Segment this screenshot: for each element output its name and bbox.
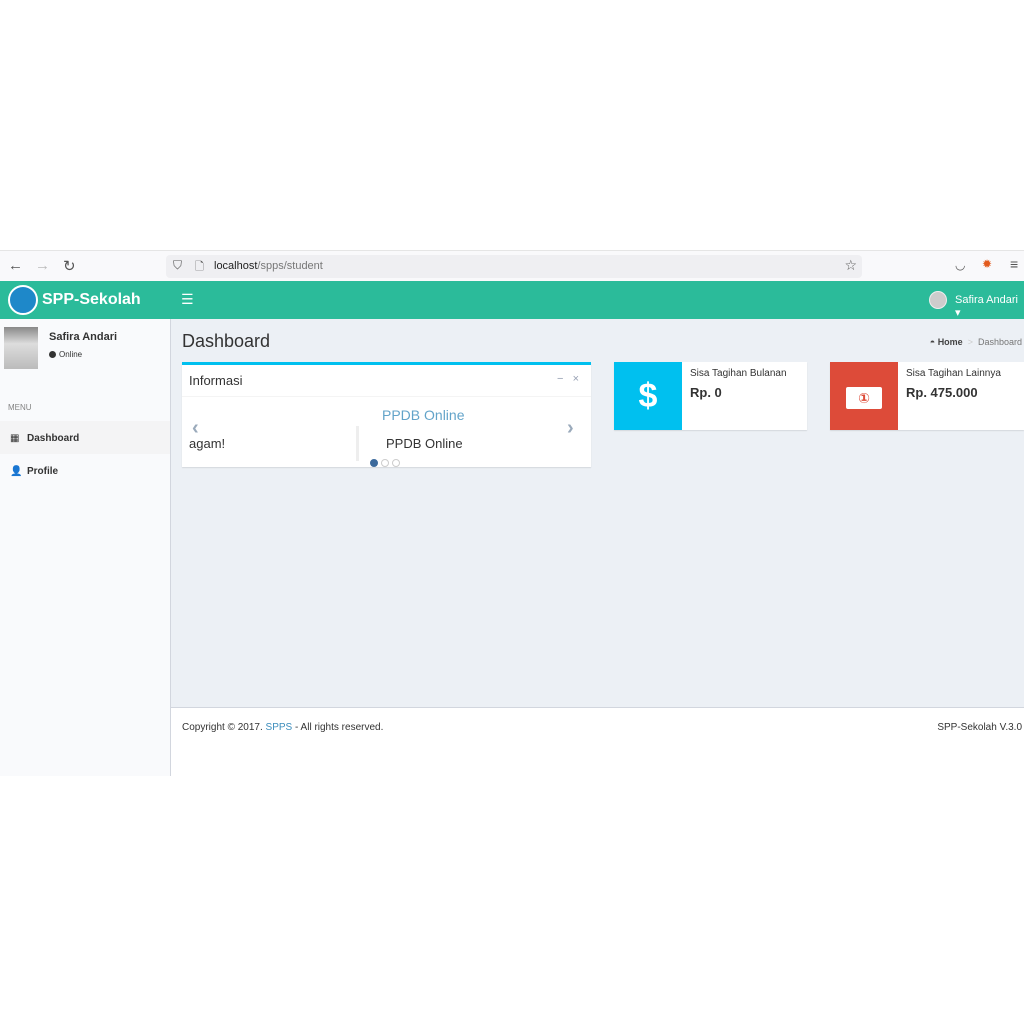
browser-toolbar: ← → ↻ ⛉ 🗋 localhost/spps/student ☆ ◡ ✹ ≡ — [0, 250, 1024, 281]
school-logo — [8, 285, 38, 315]
carousel-indicator[interactable] — [370, 459, 378, 467]
th-grid-icon: ▦ — [10, 433, 20, 444]
dashboard-icon: ◓ — [929, 337, 936, 347]
stat-box-monthly: $ Sisa Tagihan Bulanan Rp. 0 — [614, 362, 807, 430]
bookmark-star-icon[interactable]: ☆ — [844, 257, 857, 274]
dollar-icon: $ — [614, 362, 682, 430]
carousel-indicator[interactable] — [381, 459, 389, 467]
footer: Copyright © 2017. SPPS - All rights rese… — [171, 707, 1024, 776]
spps-link[interactable]: SPPS — [266, 722, 293, 733]
menu-icon[interactable]: ≡ — [1010, 256, 1018, 272]
stat-value: Rp. 0 — [690, 385, 722, 400]
collapse-icon[interactable]: − — [557, 373, 563, 385]
stat-label: Sisa Tagihan Bulanan — [690, 368, 787, 379]
url-path: /spps/student — [257, 260, 323, 272]
stat-box-other: ① Sisa Tagihan Lainnya Rp. 475.000 — [830, 362, 1024, 430]
page-icon: 🗋 — [195, 261, 204, 273]
stat-value: Rp. 475.000 — [906, 385, 978, 400]
box-title: Informasi — [189, 373, 243, 388]
carousel-indicator[interactable] — [392, 459, 400, 467]
status-text: Online — [59, 350, 83, 359]
menu-header: MENU — [8, 403, 32, 412]
carousel-slide-body: PPDB Online — [386, 436, 463, 451]
back-icon[interactable]: ← — [8, 257, 23, 274]
sidebar-item-label: Profile — [27, 466, 59, 477]
close-icon[interactable]: × — [573, 373, 579, 385]
reload-icon[interactable]: ↻ — [63, 257, 76, 275]
sidebar-avatar — [4, 327, 38, 369]
info-box: Informasi − × PPDB Online agam! PPDB Onl… — [182, 362, 591, 467]
top-navbar: SPP-Sekolah ☰ Safira Andari ▾ — [0, 281, 1024, 319]
shield-icon: ⛉ — [173, 258, 183, 272]
breadcrumb-home[interactable]: Home — [938, 337, 963, 347]
sidebar: Safira Andari Online MENU ▦ Dashboard 👤 Pr… — [0, 319, 171, 776]
forward-icon[interactable]: → — [35, 257, 50, 274]
brand-title[interactable]: SPP-Sekolah — [42, 291, 141, 309]
content-wrapper: Dashboard ◓ Home > Dashboard Informasi − ×… — [171, 319, 1024, 707]
divider — [182, 396, 591, 397]
page-title: Dashboard — [182, 331, 271, 351]
online-status: Online — [49, 350, 82, 359]
sidebar-toggle-icon[interactable]: ☰ — [181, 291, 194, 308]
caret-down-icon: ▾ — [955, 307, 961, 319]
sidebar-item-label: Dashboard — [27, 433, 80, 444]
breadcrumb: ◓ Home > Dashboard — [929, 337, 1022, 347]
money-icon: ① — [830, 362, 898, 430]
breadcrumb-current: Dashboard — [977, 337, 1022, 347]
status-dot-icon — [49, 351, 56, 358]
user-avatar[interactable] — [929, 291, 947, 309]
user-menu[interactable]: Safira Andari ▾ — [955, 294, 1024, 319]
carousel-indicators — [370, 454, 403, 472]
carousel-slide-title: PPDB Online — [382, 407, 465, 423]
sidebar-item-profile[interactable]: 👤 Profile — [0, 454, 170, 487]
carousel-prev-icon[interactable]: ‹ — [192, 417, 199, 440]
extension-icon[interactable]: ✹ — [982, 257, 992, 271]
user-name: Safira Andari — [955, 294, 1018, 306]
user-icon: 👤 — [10, 466, 23, 477]
url-host: localhost — [214, 260, 258, 272]
slide-separator — [356, 426, 359, 461]
copyright-suffix: - All rights reserved. — [292, 722, 384, 733]
address-bar[interactable]: ⛉ 🗋 localhost/spps/student ☆ — [166, 255, 862, 278]
carousel-next-icon[interactable]: › — [567, 417, 574, 440]
sidebar-user-name: Safira Andari — [49, 331, 118, 343]
pocket-icon[interactable]: ◡ — [955, 258, 965, 272]
copyright: Copyright © 2017. SPPS - All rights rese… — [182, 722, 383, 733]
sidebar-item-dashboard[interactable]: ▦ Dashboard — [0, 421, 170, 454]
stat-label: Sisa Tagihan Lainnya — [906, 368, 1001, 379]
copyright-prefix: Copyright © 2017. — [182, 722, 263, 733]
version: SPP-Sekolah V.3.0 — [937, 722, 1022, 733]
